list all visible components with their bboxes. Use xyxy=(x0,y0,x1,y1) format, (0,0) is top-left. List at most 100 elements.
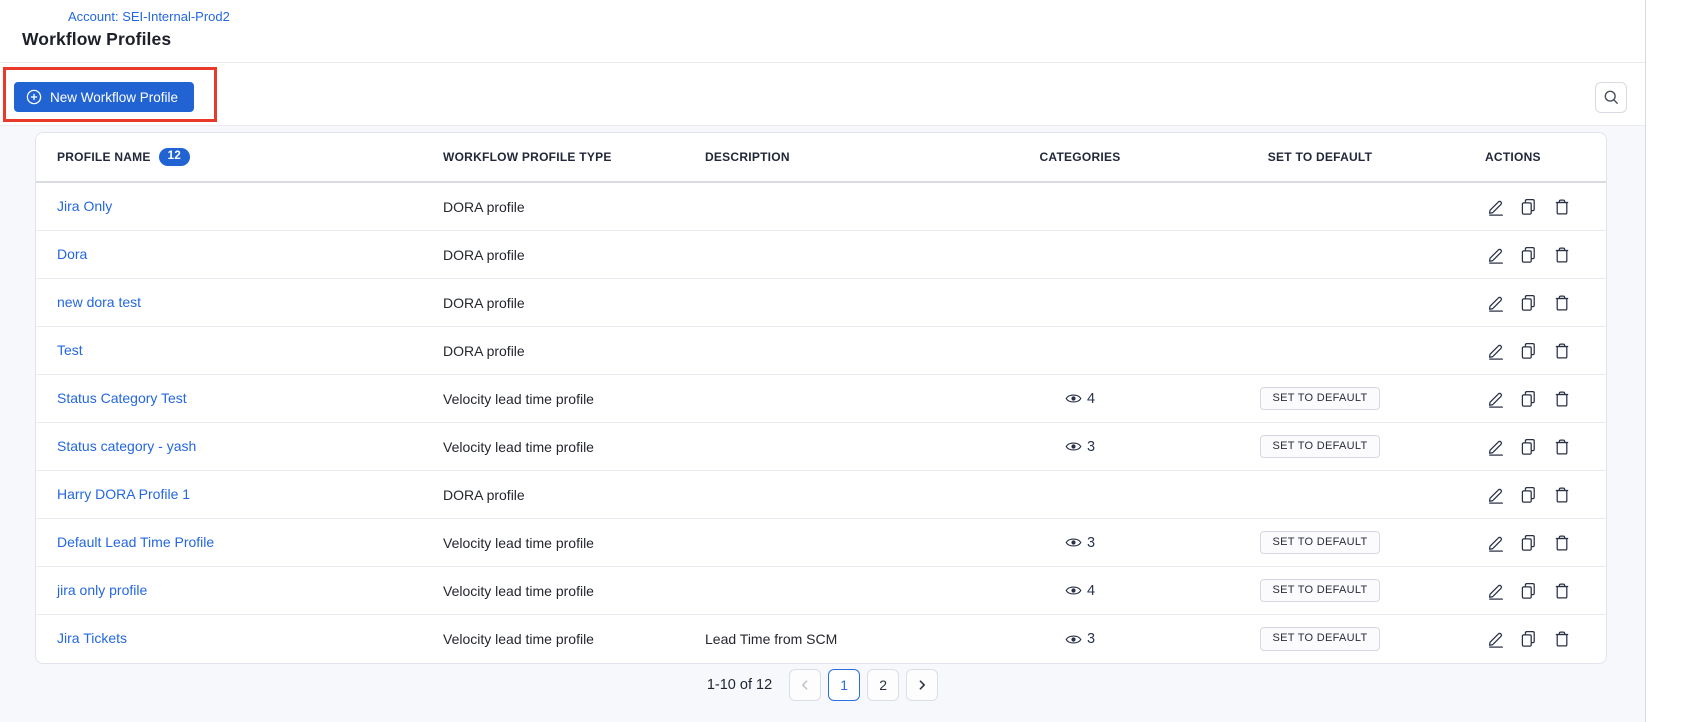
table-header-row: PROFILE NAME 12 WORKFLOW PROFILE TYPE DE… xyxy=(36,133,1606,183)
pagination-page-2-button[interactable]: 2 xyxy=(867,669,899,701)
pagination-page-1-button[interactable]: 1 xyxy=(828,669,860,701)
profile-name-link[interactable]: Status Category Test xyxy=(57,390,187,406)
profile-type-cell: Velocity lead time profile xyxy=(443,439,705,455)
edit-button[interactable] xyxy=(1487,486,1505,504)
trash-delete-icon xyxy=(1553,246,1571,264)
table-row: new dora test DORA profile xyxy=(36,279,1606,327)
clone-button[interactable] xyxy=(1520,534,1538,552)
profile-type-cell: DORA profile xyxy=(443,343,705,359)
edit-button[interactable] xyxy=(1487,534,1505,552)
categories-count: 4 xyxy=(1087,391,1095,407)
toolbar: New Workflow Profile xyxy=(0,63,1645,126)
workflow-profiles-page: Account: SEI-Internal-Prod2 Workflow Pro… xyxy=(0,0,1646,722)
column-header-categories: CATEGORIES xyxy=(1005,150,1155,164)
profile-name-link[interactable]: Jira Tickets xyxy=(57,630,127,646)
trash-delete-icon xyxy=(1553,582,1571,600)
column-header-type: WORKFLOW PROFILE TYPE xyxy=(443,150,705,164)
profile-type-cell: DORA profile xyxy=(443,295,705,311)
table-row: Jira Only DORA profile xyxy=(36,183,1606,231)
table-row: Status Category Test Velocity lead time … xyxy=(36,375,1606,423)
edit-pencil-icon xyxy=(1487,438,1505,456)
content-area: PROFILE NAME 12 WORKFLOW PROFILE TYPE DE… xyxy=(0,126,1645,722)
description-cell: Lead Time from SCM xyxy=(705,631,1005,647)
profile-name-link[interactable]: Status category - yash xyxy=(57,438,196,454)
clone-button[interactable] xyxy=(1520,630,1538,648)
delete-button[interactable] xyxy=(1553,198,1571,216)
delete-button[interactable] xyxy=(1553,294,1571,312)
edit-pencil-icon xyxy=(1487,582,1505,600)
actions-cell xyxy=(1485,582,1606,600)
new-workflow-profile-button[interactable]: New Workflow Profile xyxy=(14,82,194,112)
categories-cell: 3 xyxy=(1005,535,1155,551)
categories-cell: 3 xyxy=(1005,439,1155,455)
delete-button[interactable] xyxy=(1553,534,1571,552)
clone-copy-icon xyxy=(1520,630,1538,648)
clone-copy-icon xyxy=(1520,342,1538,360)
circle-plus-icon xyxy=(26,89,42,105)
profile-name-link[interactable]: Harry DORA Profile 1 xyxy=(57,486,190,502)
search-button[interactable] xyxy=(1595,82,1627,113)
edit-pencil-icon xyxy=(1487,342,1505,360)
actions-cell xyxy=(1485,534,1606,552)
profile-name-link[interactable]: Jira Only xyxy=(57,198,112,214)
account-breadcrumb-link[interactable]: Account: SEI-Internal-Prod2 xyxy=(68,9,1645,24)
trash-delete-icon xyxy=(1553,294,1571,312)
profile-type-cell: Velocity lead time profile xyxy=(443,583,705,599)
clone-button[interactable] xyxy=(1520,342,1538,360)
profile-name-link[interactable]: Default Lead Time Profile xyxy=(57,534,214,550)
clone-copy-icon xyxy=(1520,246,1538,264)
delete-button[interactable] xyxy=(1553,342,1571,360)
profile-name-cell: jira only profile xyxy=(57,582,443,600)
profile-name-link[interactable]: new dora test xyxy=(57,294,141,310)
delete-button[interactable] xyxy=(1553,390,1571,408)
edit-pencil-icon xyxy=(1487,198,1505,216)
delete-button[interactable] xyxy=(1553,486,1571,504)
edit-pencil-icon xyxy=(1487,294,1505,312)
column-header-description: DESCRIPTION xyxy=(705,150,1005,164)
chevron-right-icon xyxy=(914,677,930,693)
profile-name-link[interactable]: jira only profile xyxy=(57,582,147,598)
set-to-default-cell: SET TO DEFAULT xyxy=(1155,627,1485,650)
column-header-set-to-default: SET TO DEFAULT xyxy=(1155,150,1485,164)
delete-button[interactable] xyxy=(1553,630,1571,648)
clone-copy-icon xyxy=(1520,438,1538,456)
edit-button[interactable] xyxy=(1487,342,1505,360)
profile-name-cell: Jira Tickets xyxy=(57,630,443,648)
edit-button[interactable] xyxy=(1487,630,1505,648)
edit-button[interactable] xyxy=(1487,246,1505,264)
table-row: Default Lead Time Profile Velocity lead … xyxy=(36,519,1606,567)
eye-icon xyxy=(1065,584,1082,597)
clone-button[interactable] xyxy=(1520,390,1538,408)
page-title: Workflow Profiles xyxy=(22,29,1645,50)
pagination-next-button[interactable] xyxy=(906,669,938,701)
categories-count: 3 xyxy=(1087,439,1095,455)
edit-button[interactable] xyxy=(1487,582,1505,600)
clone-button[interactable] xyxy=(1520,294,1538,312)
profile-type-cell: Velocity lead time profile xyxy=(443,391,705,407)
delete-button[interactable] xyxy=(1553,438,1571,456)
edit-button[interactable] xyxy=(1487,438,1505,456)
clone-button[interactable] xyxy=(1520,438,1538,456)
trash-delete-icon xyxy=(1553,486,1571,504)
profile-name-cell: Status category - yash xyxy=(57,438,443,456)
profile-name-link[interactable]: Test xyxy=(57,342,83,358)
actions-cell xyxy=(1485,630,1606,648)
clone-copy-icon xyxy=(1520,294,1538,312)
delete-button[interactable] xyxy=(1553,582,1571,600)
edit-button[interactable] xyxy=(1487,390,1505,408)
edit-button[interactable] xyxy=(1487,198,1505,216)
clone-button[interactable] xyxy=(1520,246,1538,264)
clone-button[interactable] xyxy=(1520,198,1538,216)
clone-button[interactable] xyxy=(1520,486,1538,504)
actions-cell xyxy=(1485,342,1606,360)
set-to-default-cell: SET TO DEFAULT xyxy=(1155,579,1485,602)
set-to-default-badge: SET TO DEFAULT xyxy=(1260,579,1379,602)
set-to-default-badge: SET TO DEFAULT xyxy=(1260,387,1379,410)
profile-name-link[interactable]: Dora xyxy=(57,246,87,262)
clone-button[interactable] xyxy=(1520,582,1538,600)
categories-count: 3 xyxy=(1087,631,1095,647)
edit-button[interactable] xyxy=(1487,294,1505,312)
table-row: jira only profile Velocity lead time pro… xyxy=(36,567,1606,615)
pagination-prev-button[interactable] xyxy=(789,669,821,701)
delete-button[interactable] xyxy=(1553,246,1571,264)
